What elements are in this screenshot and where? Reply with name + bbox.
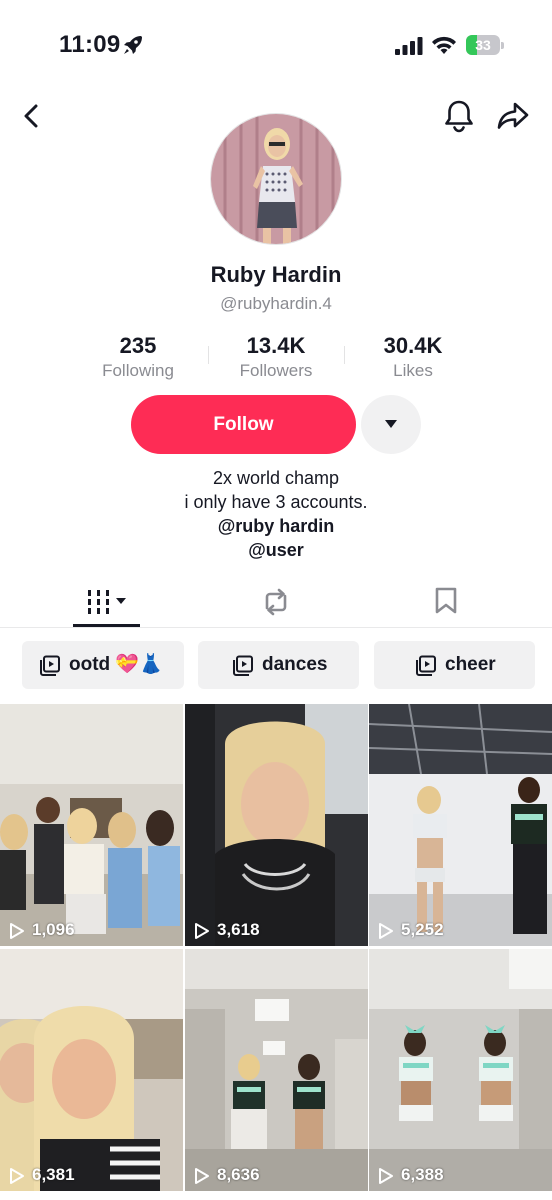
follow-button[interactable]: Follow [131, 395, 356, 454]
bookmark-icon [435, 587, 457, 614]
bio-mention[interactable]: @user [0, 538, 552, 562]
avatar-photo [211, 114, 341, 244]
bio: 2x world champ i only have 3 accounts. @… [0, 466, 552, 562]
following-label: Following [102, 361, 174, 380]
view-count-text: 5,252 [401, 920, 444, 939]
profile-stats: 235 Following 13.4K Followers 30.4K Like… [0, 332, 552, 382]
play-icon [10, 1168, 24, 1184]
playlist-cheer[interactable]: cheer [374, 641, 535, 689]
video-still [0, 949, 183, 1191]
grid-icon [88, 590, 126, 614]
playlist-label: ootd 💝👗 [69, 654, 163, 675]
view-count-text: 1,096 [32, 920, 75, 939]
share-icon[interactable] [495, 99, 531, 133]
playlist-icon [40, 655, 60, 676]
video-grid: 1,096 3,618 5,252 6,381 8,636 6,388 [0, 704, 552, 1200]
username: @rubyhardin.4 [220, 294, 332, 313]
video-still [185, 704, 368, 946]
play-icon [379, 923, 393, 939]
bio-line: 2x world champ [212, 468, 340, 488]
wifi-icon [432, 36, 456, 54]
view-count-text: 3,618 [217, 920, 260, 939]
bio-line: i only have 3 accounts. [184, 492, 368, 512]
view-count-text: 6,388 [401, 1165, 444, 1184]
bell-icon[interactable] [442, 98, 476, 134]
followers-count: 13.4K [246, 333, 306, 358]
playlist-ootd[interactable]: ootd 💝👗 [22, 641, 184, 689]
view-count-text: 8,636 [217, 1165, 260, 1184]
video-thumbnail[interactable]: 3,618 [185, 704, 368, 946]
tab-videos[interactable] [14, 578, 198, 628]
back-icon[interactable] [16, 100, 48, 132]
signal-icon [395, 37, 423, 55]
tab-favorites[interactable] [354, 578, 538, 628]
stat-following[interactable]: 235 Following [68, 332, 208, 382]
video-thumbnail[interactable]: 6,388 [369, 949, 552, 1191]
rocket-icon [124, 36, 142, 54]
video-still [369, 704, 552, 946]
playlist-label: cheer [445, 654, 496, 675]
play-icon [379, 1168, 393, 1184]
video-thumbnail[interactable]: 5,252 [369, 704, 552, 946]
bio-mention[interactable]: @ruby hardin [0, 514, 552, 538]
display-name: Ruby Hardin [210, 262, 342, 287]
playlist-icon [416, 655, 436, 676]
likes-count: 30.4K [383, 333, 443, 358]
status-bar: 11:09 33 [0, 0, 552, 90]
video-still [185, 949, 368, 1191]
stat-followers[interactable]: 13.4K Followers [206, 332, 346, 382]
video-still [369, 949, 552, 1191]
play-icon [195, 923, 209, 939]
playlist-dances[interactable]: dances [198, 641, 359, 689]
suggested-accounts-button[interactable] [361, 395, 421, 454]
video-still [0, 704, 183, 946]
likes-label: Likes [393, 361, 433, 380]
followers-label: Followers [239, 361, 313, 380]
status-time: 11:09 [59, 31, 121, 58]
following-count: 235 [119, 333, 157, 358]
stat-likes[interactable]: 30.4K Likes [343, 332, 483, 382]
caret-down-icon [385, 420, 397, 428]
view-count-text: 6,381 [32, 1165, 75, 1184]
play-icon [195, 1168, 209, 1184]
profile-tabs [0, 578, 552, 628]
avatar[interactable] [210, 113, 342, 245]
play-icon [10, 923, 24, 939]
playlist-icon [233, 655, 253, 676]
battery-indicator: 33 [466, 35, 504, 55]
battery-level: 33 [475, 37, 491, 53]
playlist-label: dances [262, 654, 328, 675]
video-thumbnail[interactable]: 6,381 [0, 949, 183, 1191]
active-tab-indicator [73, 624, 140, 627]
repost-icon [265, 588, 287, 616]
video-thumbnail[interactable]: 1,096 [0, 704, 183, 946]
tab-reposts[interactable] [184, 578, 368, 628]
video-thumbnail[interactable]: 8,636 [185, 949, 368, 1191]
